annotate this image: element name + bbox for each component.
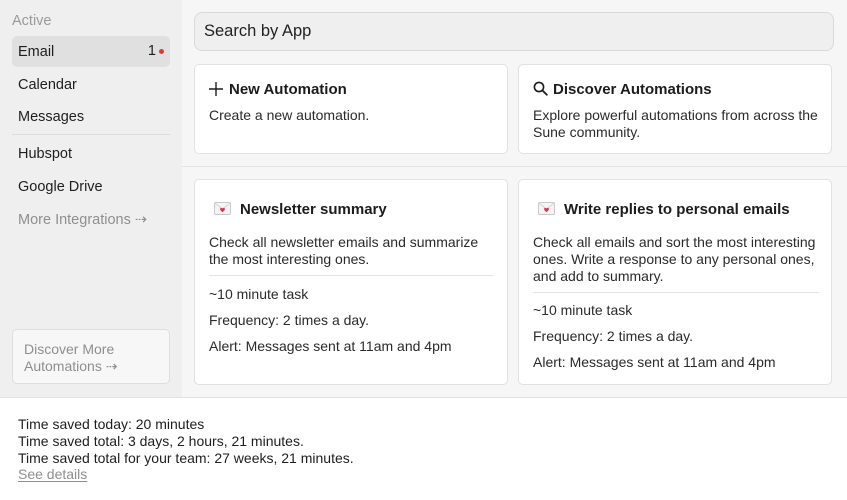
more-integrations-label: More Integrations ⇢ [18, 211, 148, 228]
unread-dot-icon [159, 48, 164, 54]
card-divider [209, 275, 493, 276]
see-details-link[interactable]: See details [18, 466, 87, 482]
sidebar-item-calendar[interactable]: Calendar [12, 69, 170, 100]
automation-desc: Check all emails and sort the most inter… [533, 234, 816, 284]
automation-card[interactable]: Write replies to personal emails Check a… [518, 179, 832, 385]
unread-badge: 1 [148, 43, 164, 59]
unread-count: 1 [147, 43, 156, 59]
new-automation-desc: Create a new automation. [209, 107, 370, 123]
automation-alert: Alert: Messages sent at 11am and 4pm [209, 338, 452, 354]
sidebar-item-label: Calendar [18, 76, 77, 93]
love-letter-icon [214, 202, 231, 215]
automation-duration: ~10 minute task [209, 286, 309, 302]
sidebar-item-messages[interactable]: Messages [12, 101, 170, 132]
sidebar-item-label: Google Drive [18, 178, 103, 195]
discover-automations-title: Discover Automations [553, 81, 712, 98]
automation-desc: Check all newsletter emails and summariz… [209, 234, 479, 267]
automation-frequency: Frequency: 2 times a day. [209, 312, 370, 328]
search-input[interactable] [194, 12, 834, 51]
automation-title: Write replies to personal emails [564, 201, 790, 218]
sidebar-item-email[interactable]: Email 1 [12, 36, 170, 67]
card-divider [533, 292, 819, 293]
top-area: Active Email 1 Calendar Messages Hubspot… [0, 0, 847, 397]
automation-duration: ~10 minute task [533, 302, 633, 318]
sidebar-item-google-drive[interactable]: Google Drive [12, 171, 170, 202]
automation-frequency: Frequency: 2 times a day. [533, 328, 694, 344]
discover-automations-desc: Explore powerful automations from across… [533, 107, 818, 140]
discover-more-automations-button[interactable]: Discover More Automations ⇢ [12, 329, 170, 384]
sidebar-item-hubspot[interactable]: Hubspot [12, 138, 170, 169]
search-icon [533, 81, 548, 96]
automation-alert: Alert: Messages sent at 11am and 4pm [533, 354, 776, 370]
discover-automations-card[interactable]: Discover Automations Explore powerful au… [518, 64, 832, 154]
section-divider [182, 166, 847, 167]
sidebar: Active Email 1 Calendar Messages Hubspot… [0, 0, 182, 397]
time-saved-today: Time saved today: 20 minutes [18, 416, 205, 432]
more-integrations-link[interactable]: More Integrations ⇢ [12, 204, 170, 235]
time-saved-team: Time saved total for your team: 27 weeks… [18, 450, 354, 466]
sidebar-divider [12, 134, 170, 135]
plus-icon [209, 82, 223, 96]
time-saved-total: Time saved total: 3 days, 2 hours, 21 mi… [18, 433, 304, 449]
new-automation-card[interactable]: New Automation Create a new automation. [194, 64, 508, 154]
new-automation-title: New Automation [229, 81, 347, 98]
automation-card[interactable]: Newsletter summary Check all newsletter … [194, 179, 508, 385]
love-letter-icon [538, 202, 555, 215]
main-panel: New Automation Create a new automation. … [182, 0, 847, 397]
sidebar-item-label: Email [18, 43, 55, 60]
automation-title: Newsletter summary [240, 201, 387, 218]
sidebar-item-label: Messages [18, 108, 85, 125]
sidebar-section-label: Active [12, 13, 52, 29]
sidebar-item-label: Hubspot [18, 145, 73, 162]
discover-more-label: Discover More Automations ⇢ [24, 341, 118, 374]
